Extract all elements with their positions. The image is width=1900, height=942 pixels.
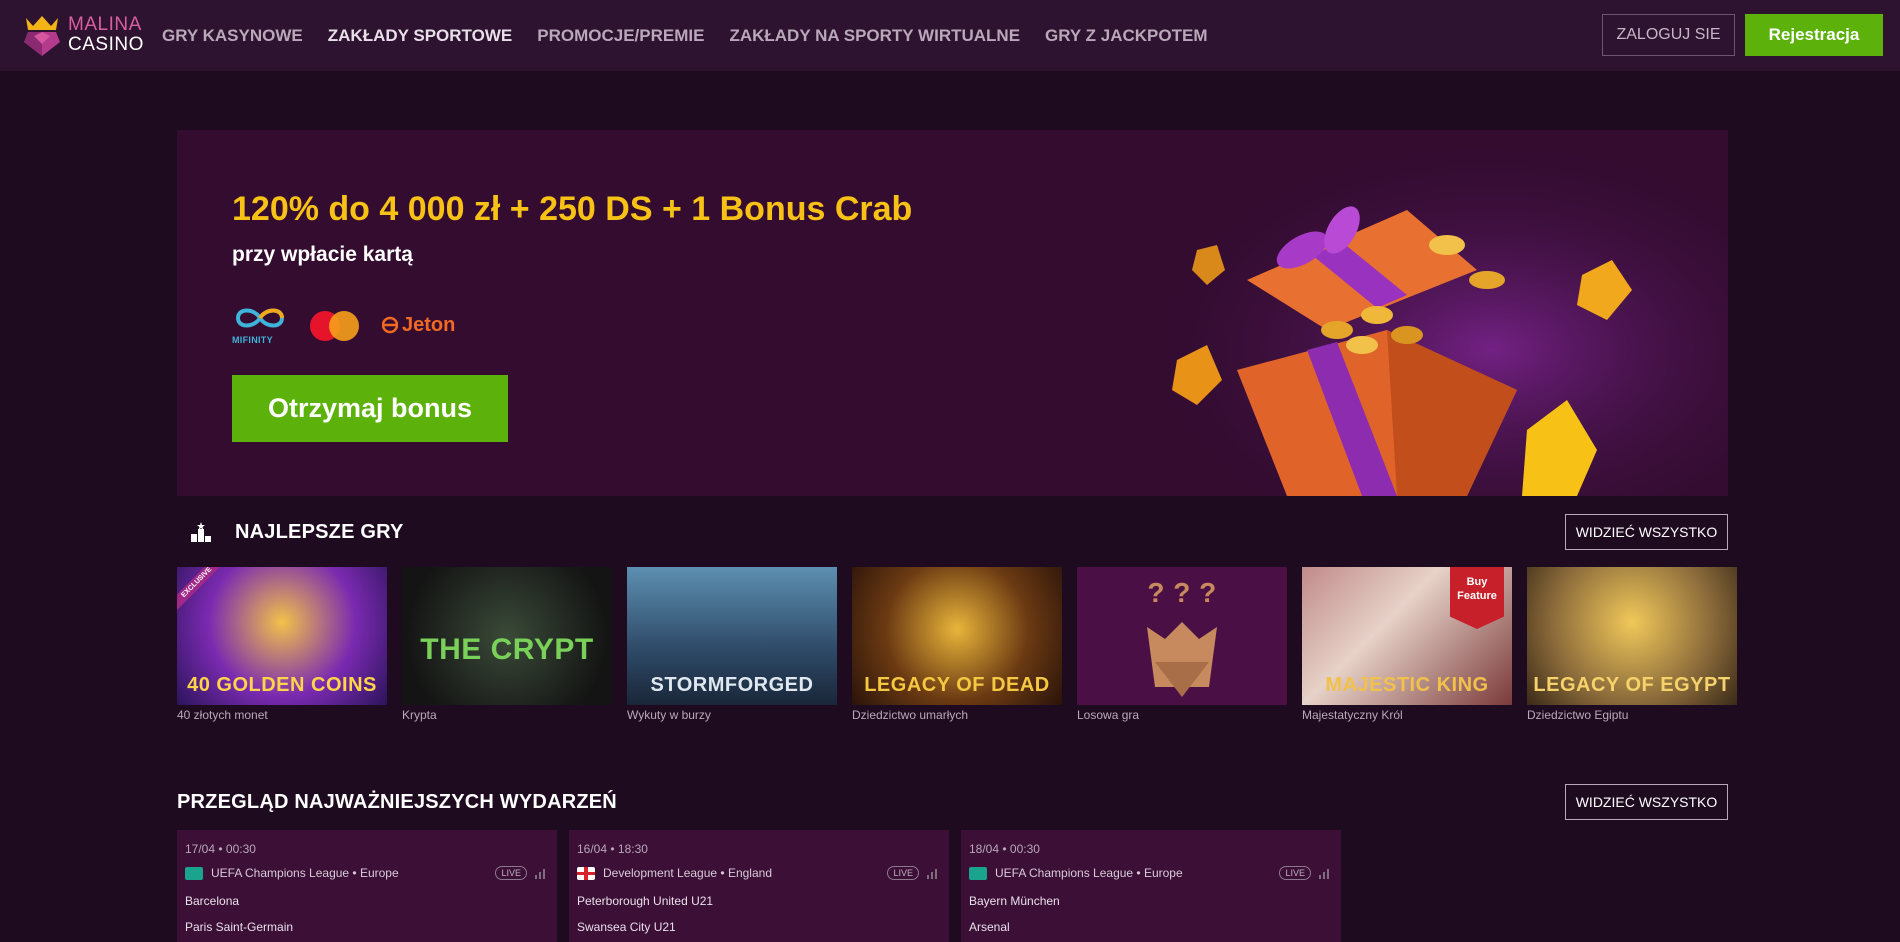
stats-icon[interactable]	[535, 867, 547, 879]
live-badge: LIVE	[495, 866, 527, 880]
game-card[interactable]: EXCLUSIVE 40 GOLDEN COINS 40 złotych mon…	[177, 567, 387, 727]
away-team: Swansea City U21	[577, 920, 676, 934]
mifinity-logo: MIFINITY	[232, 305, 288, 345]
game-card[interactable]: ? ? ? Losowa gra	[1077, 567, 1287, 727]
events-header: PRZEGLĄD NAJWAŻNIEJSZYCH WYDARZEŃ WIDZIE…	[177, 784, 1728, 820]
mastercard-logo	[310, 309, 360, 341]
main-nav: GRY KASYNOWE ZAKŁADY SPORTOWE PROMOCJE/P…	[162, 0, 1233, 71]
away-team: Arsenal	[969, 920, 1010, 934]
stats-icon[interactable]	[927, 867, 939, 879]
nav-item-casino-games[interactable]: GRY KASYNOWE	[162, 26, 303, 46]
game-name: 40 złotych monet	[177, 708, 268, 722]
event-date: 17/04 • 00:30	[185, 842, 256, 856]
event-card[interactable]: 18/04 • 00:30 UEFA Champions League • Eu…	[961, 830, 1341, 942]
see-all-events-button[interactable]: WIDZIEĆ WSZYSTKO	[1565, 784, 1728, 820]
game-thumbnail[interactable]: THE CRYPT	[402, 567, 612, 705]
live-badge: LIVE	[887, 866, 919, 880]
login-button[interactable]: ZALOGUJ SIE	[1602, 14, 1735, 56]
top-games-title: NAJLEPSZE GRY	[235, 520, 404, 543]
event-card[interactable]: 16/04 • 18:30 Development League • Engla…	[569, 830, 949, 942]
game-thumbnail[interactable]: LEGACY OF EGYPT	[1527, 567, 1737, 705]
game-card[interactable]: STORMFORGED Wykuty w burzy	[627, 567, 837, 727]
game-thumb-title: ? ? ?	[1147, 577, 1217, 608]
nav-item-jackpot-games[interactable]: GRY Z JACKPOTEM	[1045, 26, 1207, 46]
top-games-header: NAJLEPSZE GRY WIDZIEĆ WSZYSTKO	[177, 514, 1728, 550]
game-name: Losowa gra	[1077, 708, 1140, 722]
europe-flag-icon	[185, 866, 203, 880]
event-league: UEFA Champions League • Europe	[211, 866, 399, 880]
home-team: Barcelona	[185, 894, 240, 908]
game-thumbnail[interactable]: STORMFORGED	[627, 567, 837, 705]
event-date: 16/04 • 18:30	[577, 842, 648, 856]
malina-casino-logo[interactable]: MALINA CASINO	[22, 11, 147, 59]
game-thumbnail[interactable]: ? ? ?	[1077, 567, 1287, 705]
game-thumb-title: THE CRYPT	[420, 633, 594, 666]
game-thumb-title: LEGACY OF EGYPT	[1533, 674, 1731, 696]
game-name: Dziedzictwo umarłych	[852, 708, 969, 722]
game-name: Wykuty w burzy	[627, 708, 711, 722]
raspberry-crown-icon	[22, 12, 62, 58]
game-thumb-title: STORMFORGED	[650, 674, 814, 696]
game-thumbnail[interactable]: LEGACY OF DEAD	[852, 567, 1062, 705]
game-thumbnail[interactable]: EXCLUSIVE 40 GOLDEN COINS	[177, 567, 387, 705]
payment-methods: MIFINITY Jeton	[232, 305, 455, 345]
home-team: Bayern München	[969, 894, 1060, 908]
buy-feature-badge: Buy Feature	[1450, 567, 1504, 629]
europe-flag-icon	[969, 866, 987, 880]
events-title: PRZEGLĄD NAJWAŻNIEJSZYCH WYDARZEŃ	[177, 790, 617, 813]
game-name: Dziedzictwo Egiptu	[1527, 708, 1629, 722]
stats-icon[interactable]	[1319, 867, 1331, 879]
event-league: UEFA Champions League • Europe	[995, 866, 1183, 880]
live-badge: LIVE	[1279, 866, 1311, 880]
game-card[interactable]: LEGACY OF DEAD Dziedzictwo umarłych	[852, 567, 1062, 727]
event-league: Development League • England	[603, 866, 772, 880]
game-thumb-title: MAJESTIC KING	[1325, 674, 1489, 696]
england-flag-icon	[577, 866, 595, 880]
event-card[interactable]: 17/04 • 00:30 UEFA Champions League • Eu…	[177, 830, 557, 942]
top-games-list: EXCLUSIVE 40 GOLDEN COINS 40 złotych mon…	[177, 567, 1737, 727]
game-thumbnail[interactable]: Buy Feature MAJESTIC KING	[1302, 567, 1512, 705]
nav-item-virtual-sports[interactable]: ZAKŁADY NA SPORTY WIRTUALNE	[729, 26, 1020, 46]
top-header: MALINA CASINO GRY KASYNOWE ZAKŁADY SPORT…	[0, 0, 1900, 71]
gift-box-illustration	[1137, 130, 1728, 496]
promo-banner: 120% do 4 000 zł + 250 DS + 1 Bonus Crab…	[177, 130, 1728, 496]
get-bonus-button[interactable]: Otrzymaj bonus	[232, 375, 508, 442]
mifinity-label: MIFINITY	[232, 335, 273, 345]
banner-subtitle: przy wpłacie kartą	[232, 243, 413, 266]
game-thumb-title: 40 GOLDEN COINS	[187, 674, 377, 696]
jeton-label: Jeton	[402, 313, 456, 336]
game-name: Krypta	[402, 708, 437, 722]
game-card[interactable]: THE CRYPT Krypta	[402, 567, 612, 727]
register-button[interactable]: Rejestracja	[1745, 14, 1883, 56]
nav-item-sports-betting[interactable]: ZAKŁADY SPORTOWE	[328, 26, 513, 46]
nav-item-promotions[interactable]: PROMOCJE/PREMIE	[537, 26, 704, 46]
home-team: Peterborough United U21	[577, 894, 714, 908]
event-date: 18/04 • 00:30	[969, 842, 1040, 856]
exclusive-badge: EXCLUSIVE	[177, 567, 229, 615]
game-card[interactable]: LEGACY OF EGYPT Dziedzictwo Egiptu	[1527, 567, 1737, 727]
see-all-games-button[interactable]: WIDZIEĆ WSZYSTKO	[1565, 514, 1728, 550]
events-list: 17/04 • 00:30 UEFA Champions League • Eu…	[177, 830, 1341, 942]
game-name: Majestatyczny Król	[1302, 708, 1403, 722]
jeton-logo: Jeton	[382, 314, 455, 337]
banner-title: 120% do 4 000 zł + 250 DS + 1 Bonus Crab	[232, 190, 913, 228]
logo-line-2: CASINO	[68, 34, 144, 55]
game-card[interactable]: Buy Feature MAJESTIC KING Majestatyczny …	[1302, 567, 1512, 727]
podium-icon	[189, 520, 213, 544]
away-team: Paris Saint-Germain	[185, 920, 294, 934]
logo-line-1: MALINA	[68, 14, 142, 35]
game-thumb-title: LEGACY OF DEAD	[864, 674, 1050, 696]
